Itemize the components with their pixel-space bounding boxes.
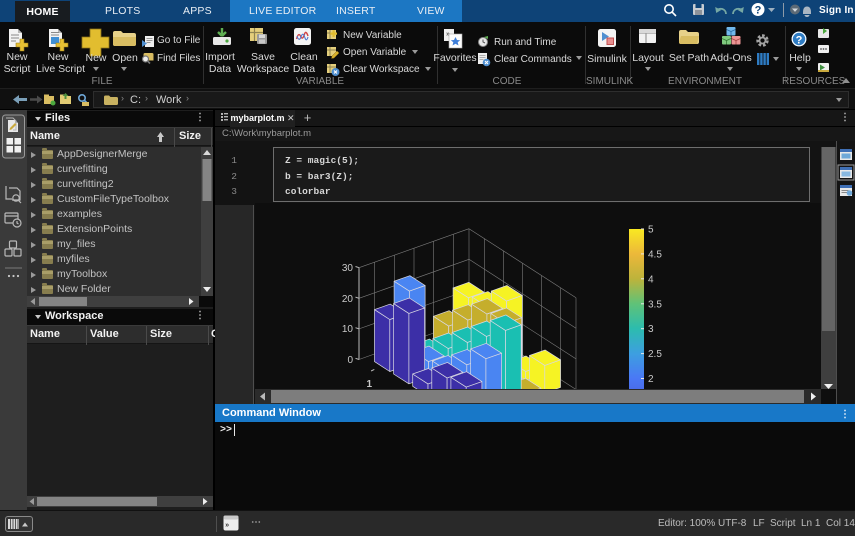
svg-text:2.5: 2.5: [648, 349, 662, 360]
svg-text:4: 4: [648, 274, 654, 285]
svg-text:0: 0: [347, 355, 353, 366]
svg-text:3.5: 3.5: [648, 299, 662, 310]
svg-text:20: 20: [342, 294, 354, 305]
svg-text:2: 2: [648, 374, 654, 385]
svg-text:1: 1: [366, 379, 372, 389]
svg-text:30: 30: [342, 263, 354, 274]
svg-text:?: ?: [755, 5, 762, 17]
svg-text:»: »: [225, 522, 229, 530]
svg-text:10: 10: [342, 324, 354, 335]
svg-text:3: 3: [648, 324, 654, 335]
svg-text:4.5: 4.5: [648, 249, 662, 260]
svg-text:?: ?: [796, 35, 803, 47]
svg-text:5: 5: [648, 225, 654, 236]
